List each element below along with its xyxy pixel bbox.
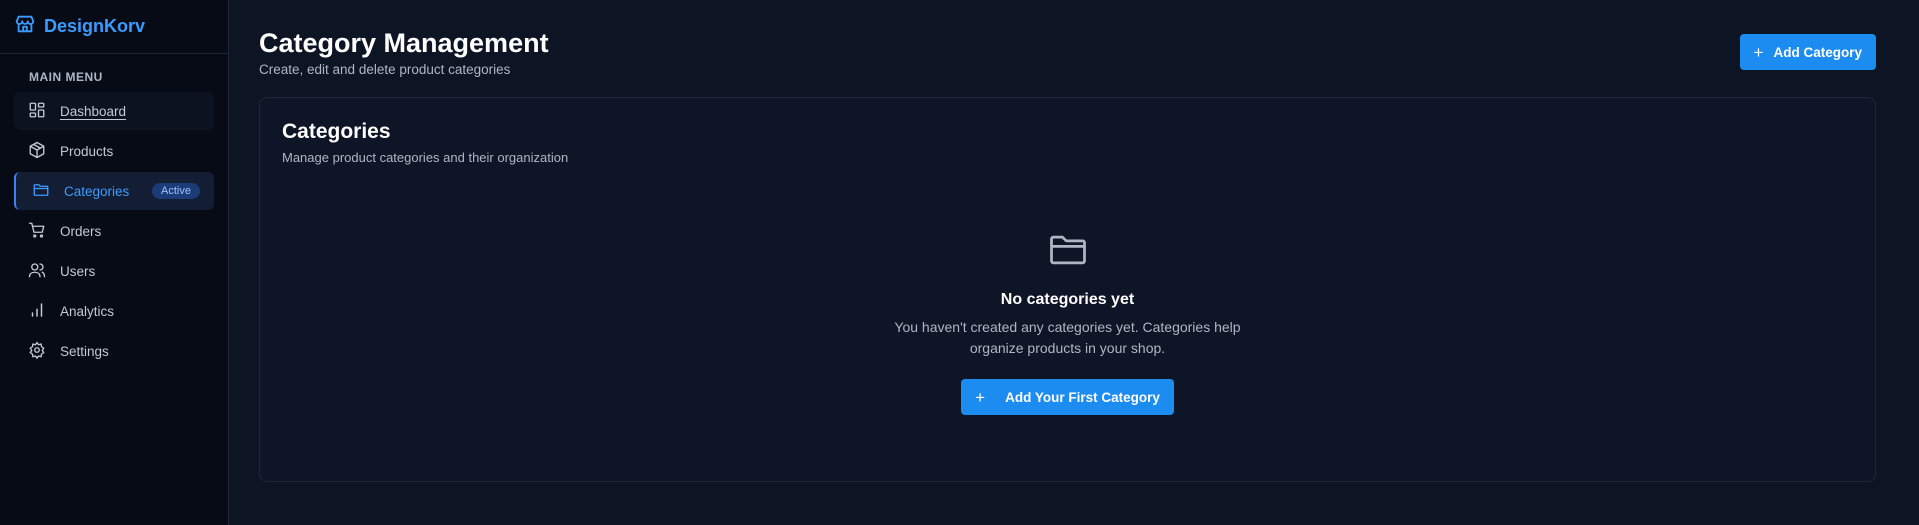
brand[interactable]: DesignKorv (0, 0, 228, 54)
page-subtitle: Create, edit and delete product categori… (259, 62, 511, 77)
empty-state-text: You haven't created any categories yet. … (894, 319, 1241, 356)
sidebar-item-settings[interactable]: Settings (14, 332, 214, 370)
page-header: Category Management Create, edit and del… (259, 26, 1876, 77)
sidebar-item-label: Products (60, 143, 114, 159)
gear-icon (28, 341, 46, 362)
categories-card: Categories Manage product categories and… (259, 97, 1876, 482)
sidebar-item-label: Orders (60, 223, 102, 239)
users-icon (28, 261, 46, 282)
sidebar: DesignKorv MAIN MENU Dashboard Products (0, 0, 229, 525)
empty-state: No categories yet You haven't created an… (260, 228, 1875, 415)
store-icon (14, 13, 36, 40)
page-title: Category Management (259, 28, 549, 58)
sidebar-item-label: Dashboard (60, 103, 127, 119)
sidebar-item-users[interactable]: Users (14, 252, 214, 290)
plus-icon: + (975, 387, 986, 407)
sidebar-item-dashboard[interactable]: Dashboard (14, 92, 214, 130)
main-menu: Dashboard Products Categories Active Ord… (0, 92, 228, 370)
sidebar-item-analytics[interactable]: Analytics (14, 292, 214, 330)
bar-chart-icon (28, 301, 46, 322)
sidebar-item-products[interactable]: Products (14, 132, 214, 170)
sidebar-item-label: Settings (60, 343, 109, 359)
empty-state-title: No categories yet (1000, 291, 1135, 308)
add-first-category-label: Add Your First Category (1005, 389, 1160, 405)
brand-name: DesignKorv (44, 16, 146, 36)
add-category-button[interactable]: + Add Category (1739, 34, 1876, 70)
sidebar-item-orders[interactable]: Orders (14, 212, 214, 250)
package-icon (28, 141, 46, 162)
dashboard-icon (28, 101, 46, 122)
folder-icon (32, 181, 50, 202)
sidebar-item-label: Categories (64, 183, 130, 199)
status-badge: Active (152, 183, 200, 199)
add-category-label: Add Category (1773, 44, 1862, 60)
main-content: Category Management Create, edit and del… (229, 0, 1919, 525)
sidebar-item-label: Users (60, 263, 96, 279)
menu-heading: MAIN MENU (29, 70, 103, 84)
cart-icon (28, 221, 46, 242)
plus-icon: + (1753, 42, 1764, 62)
card-description: Manage product categories and their orga… (282, 150, 569, 165)
folder-icon (1046, 228, 1090, 277)
add-first-category-button[interactable]: + Add Your First Category (961, 379, 1174, 415)
sidebar-item-label: Analytics (60, 303, 115, 319)
card-title: Categories (282, 120, 391, 143)
sidebar-item-categories[interactable]: Categories Active (14, 172, 214, 210)
